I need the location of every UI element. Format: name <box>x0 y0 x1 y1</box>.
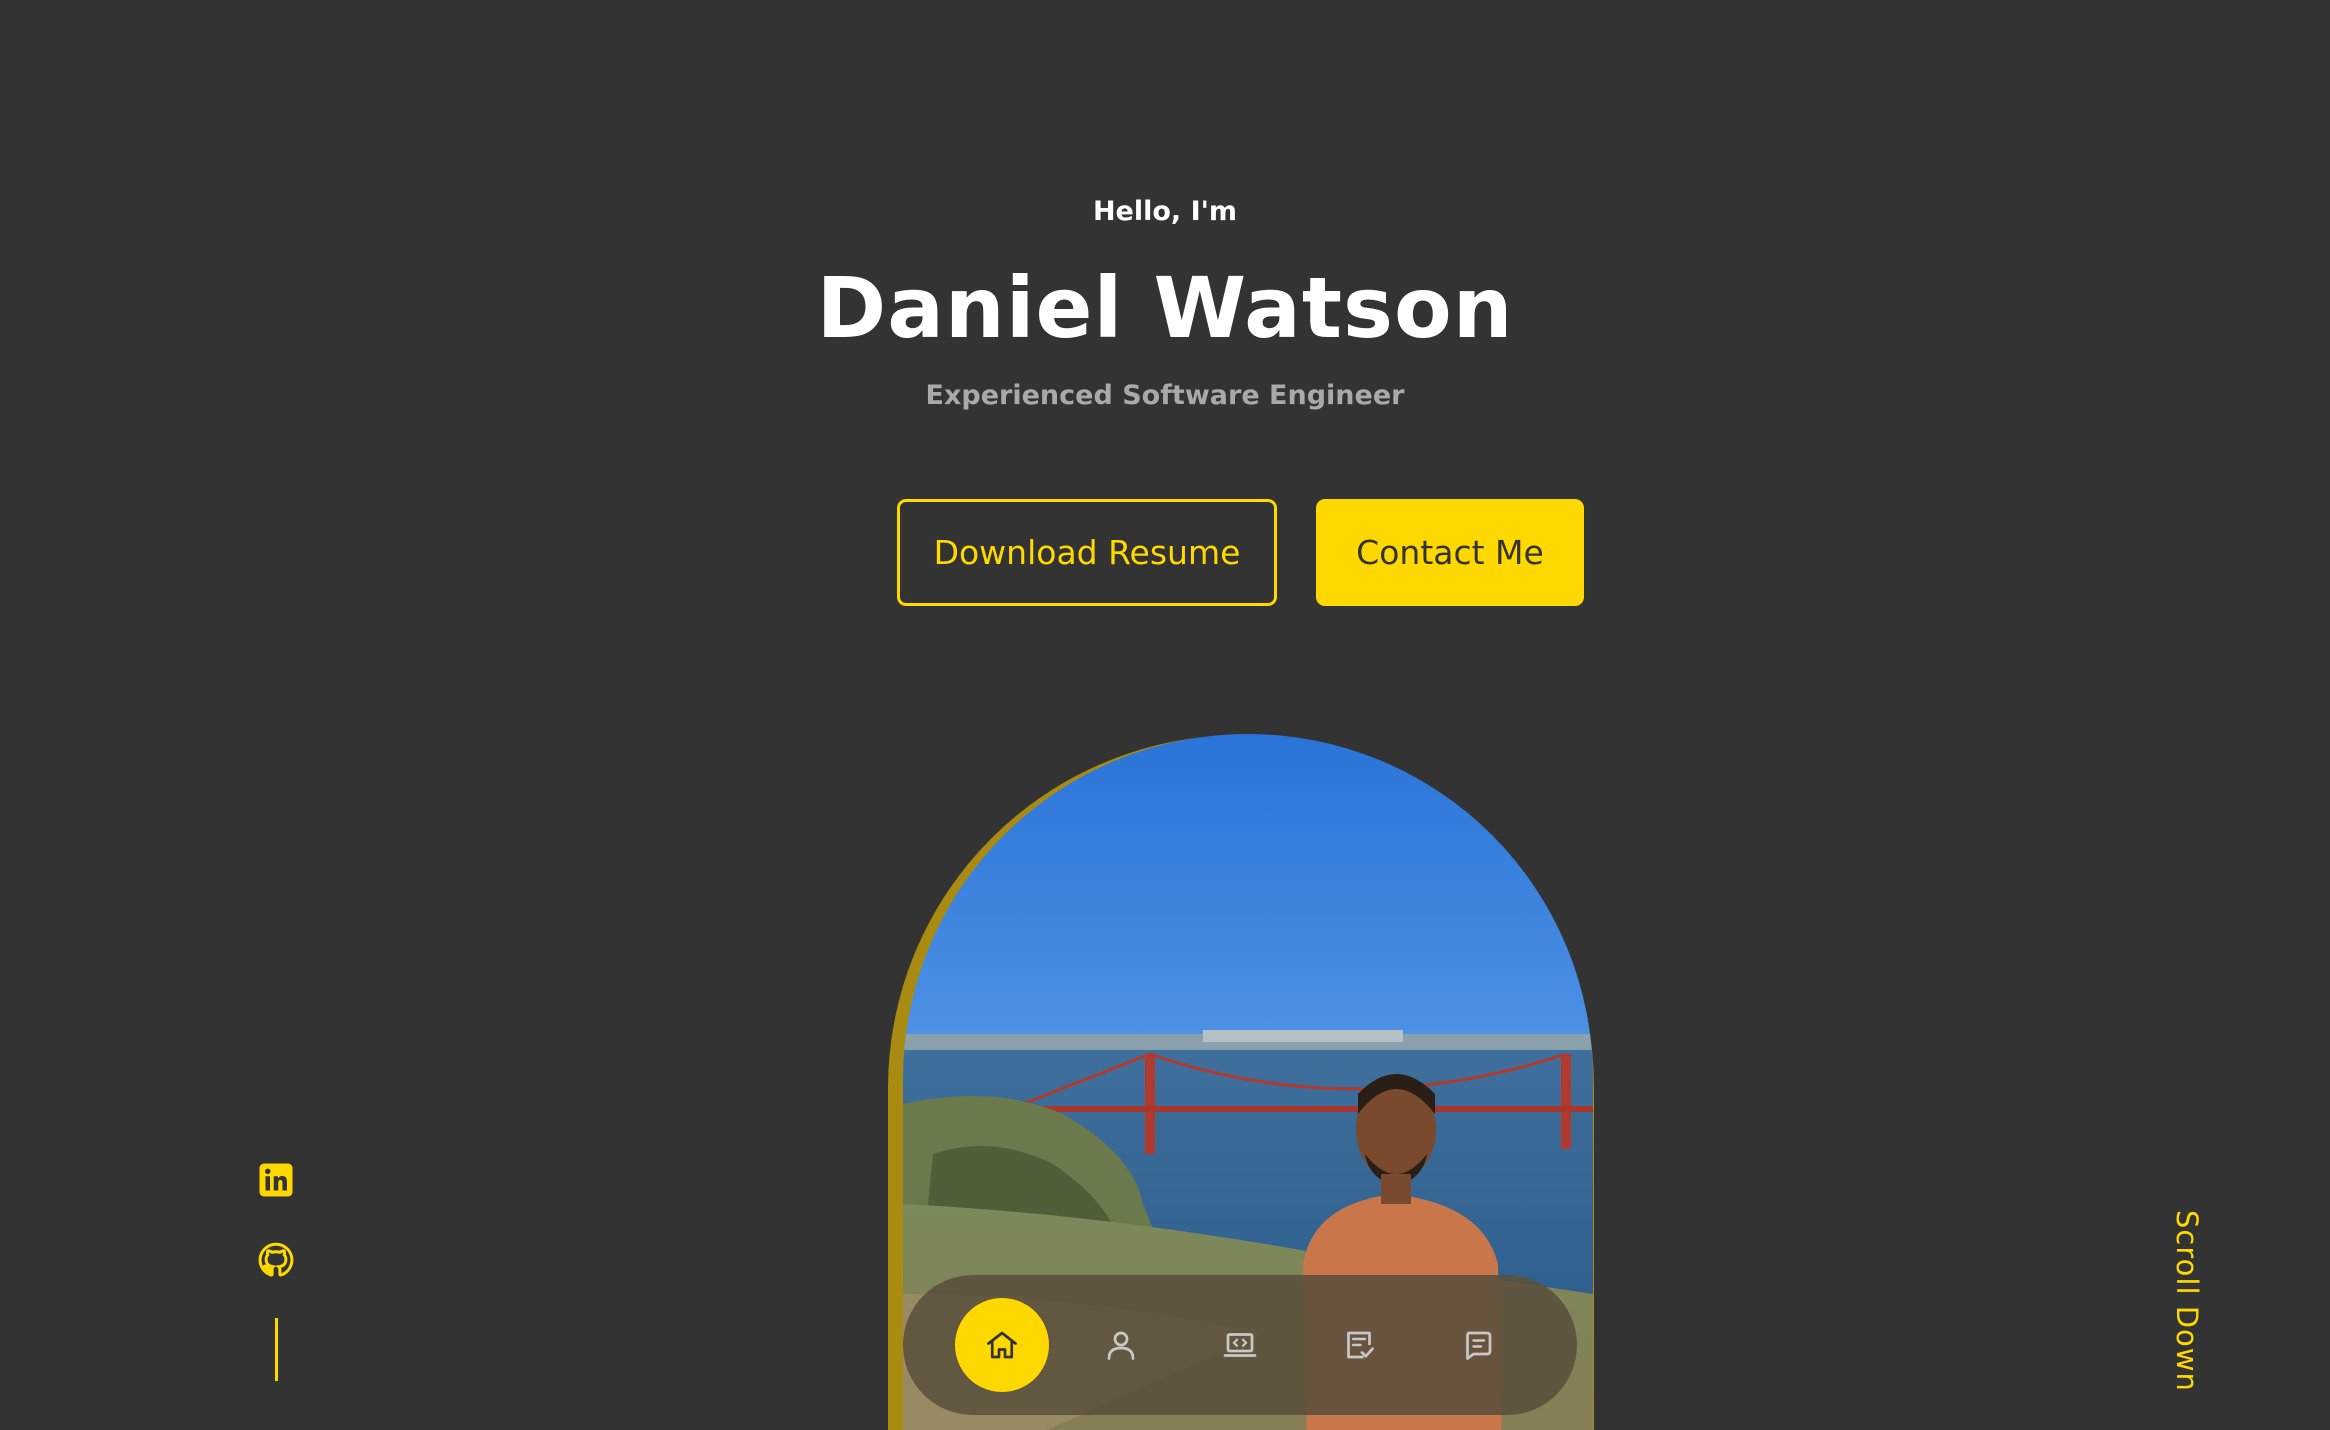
nav-projects[interactable] <box>1193 1298 1287 1392</box>
linkedin-icon[interactable] <box>258 1162 294 1198</box>
home-page: Hello, I'm Daniel Watson Experienced Sof… <box>0 0 2330 1430</box>
home-icon <box>987 1331 1017 1359</box>
laptop-code-icon <box>1223 1333 1257 1357</box>
checklist-icon <box>1347 1331 1374 1359</box>
scroll-down-link[interactable]: Scroll Down <box>2170 1210 2204 1392</box>
tagline: Experienced Software Engineer <box>925 380 1405 411</box>
nav-about[interactable] <box>1074 1298 1168 1392</box>
social-divider <box>275 1318 278 1381</box>
bottom-nav <box>903 1275 1577 1415</box>
page-title: Daniel Watson <box>816 259 1514 357</box>
nav-home[interactable] <box>955 1298 1049 1392</box>
github-icon[interactable] <box>258 1242 294 1278</box>
nav-contact[interactable] <box>1431 1298 1525 1392</box>
user-icon <box>1107 1331 1135 1360</box>
nav-experience[interactable] <box>1312 1298 1406 1392</box>
contact-me-button[interactable]: Contact Me <box>1316 499 1584 606</box>
message-icon <box>1466 1331 1492 1360</box>
download-resume-button[interactable]: Download Resume <box>897 499 1277 606</box>
greeting: Hello, I'm <box>1092 196 1238 227</box>
